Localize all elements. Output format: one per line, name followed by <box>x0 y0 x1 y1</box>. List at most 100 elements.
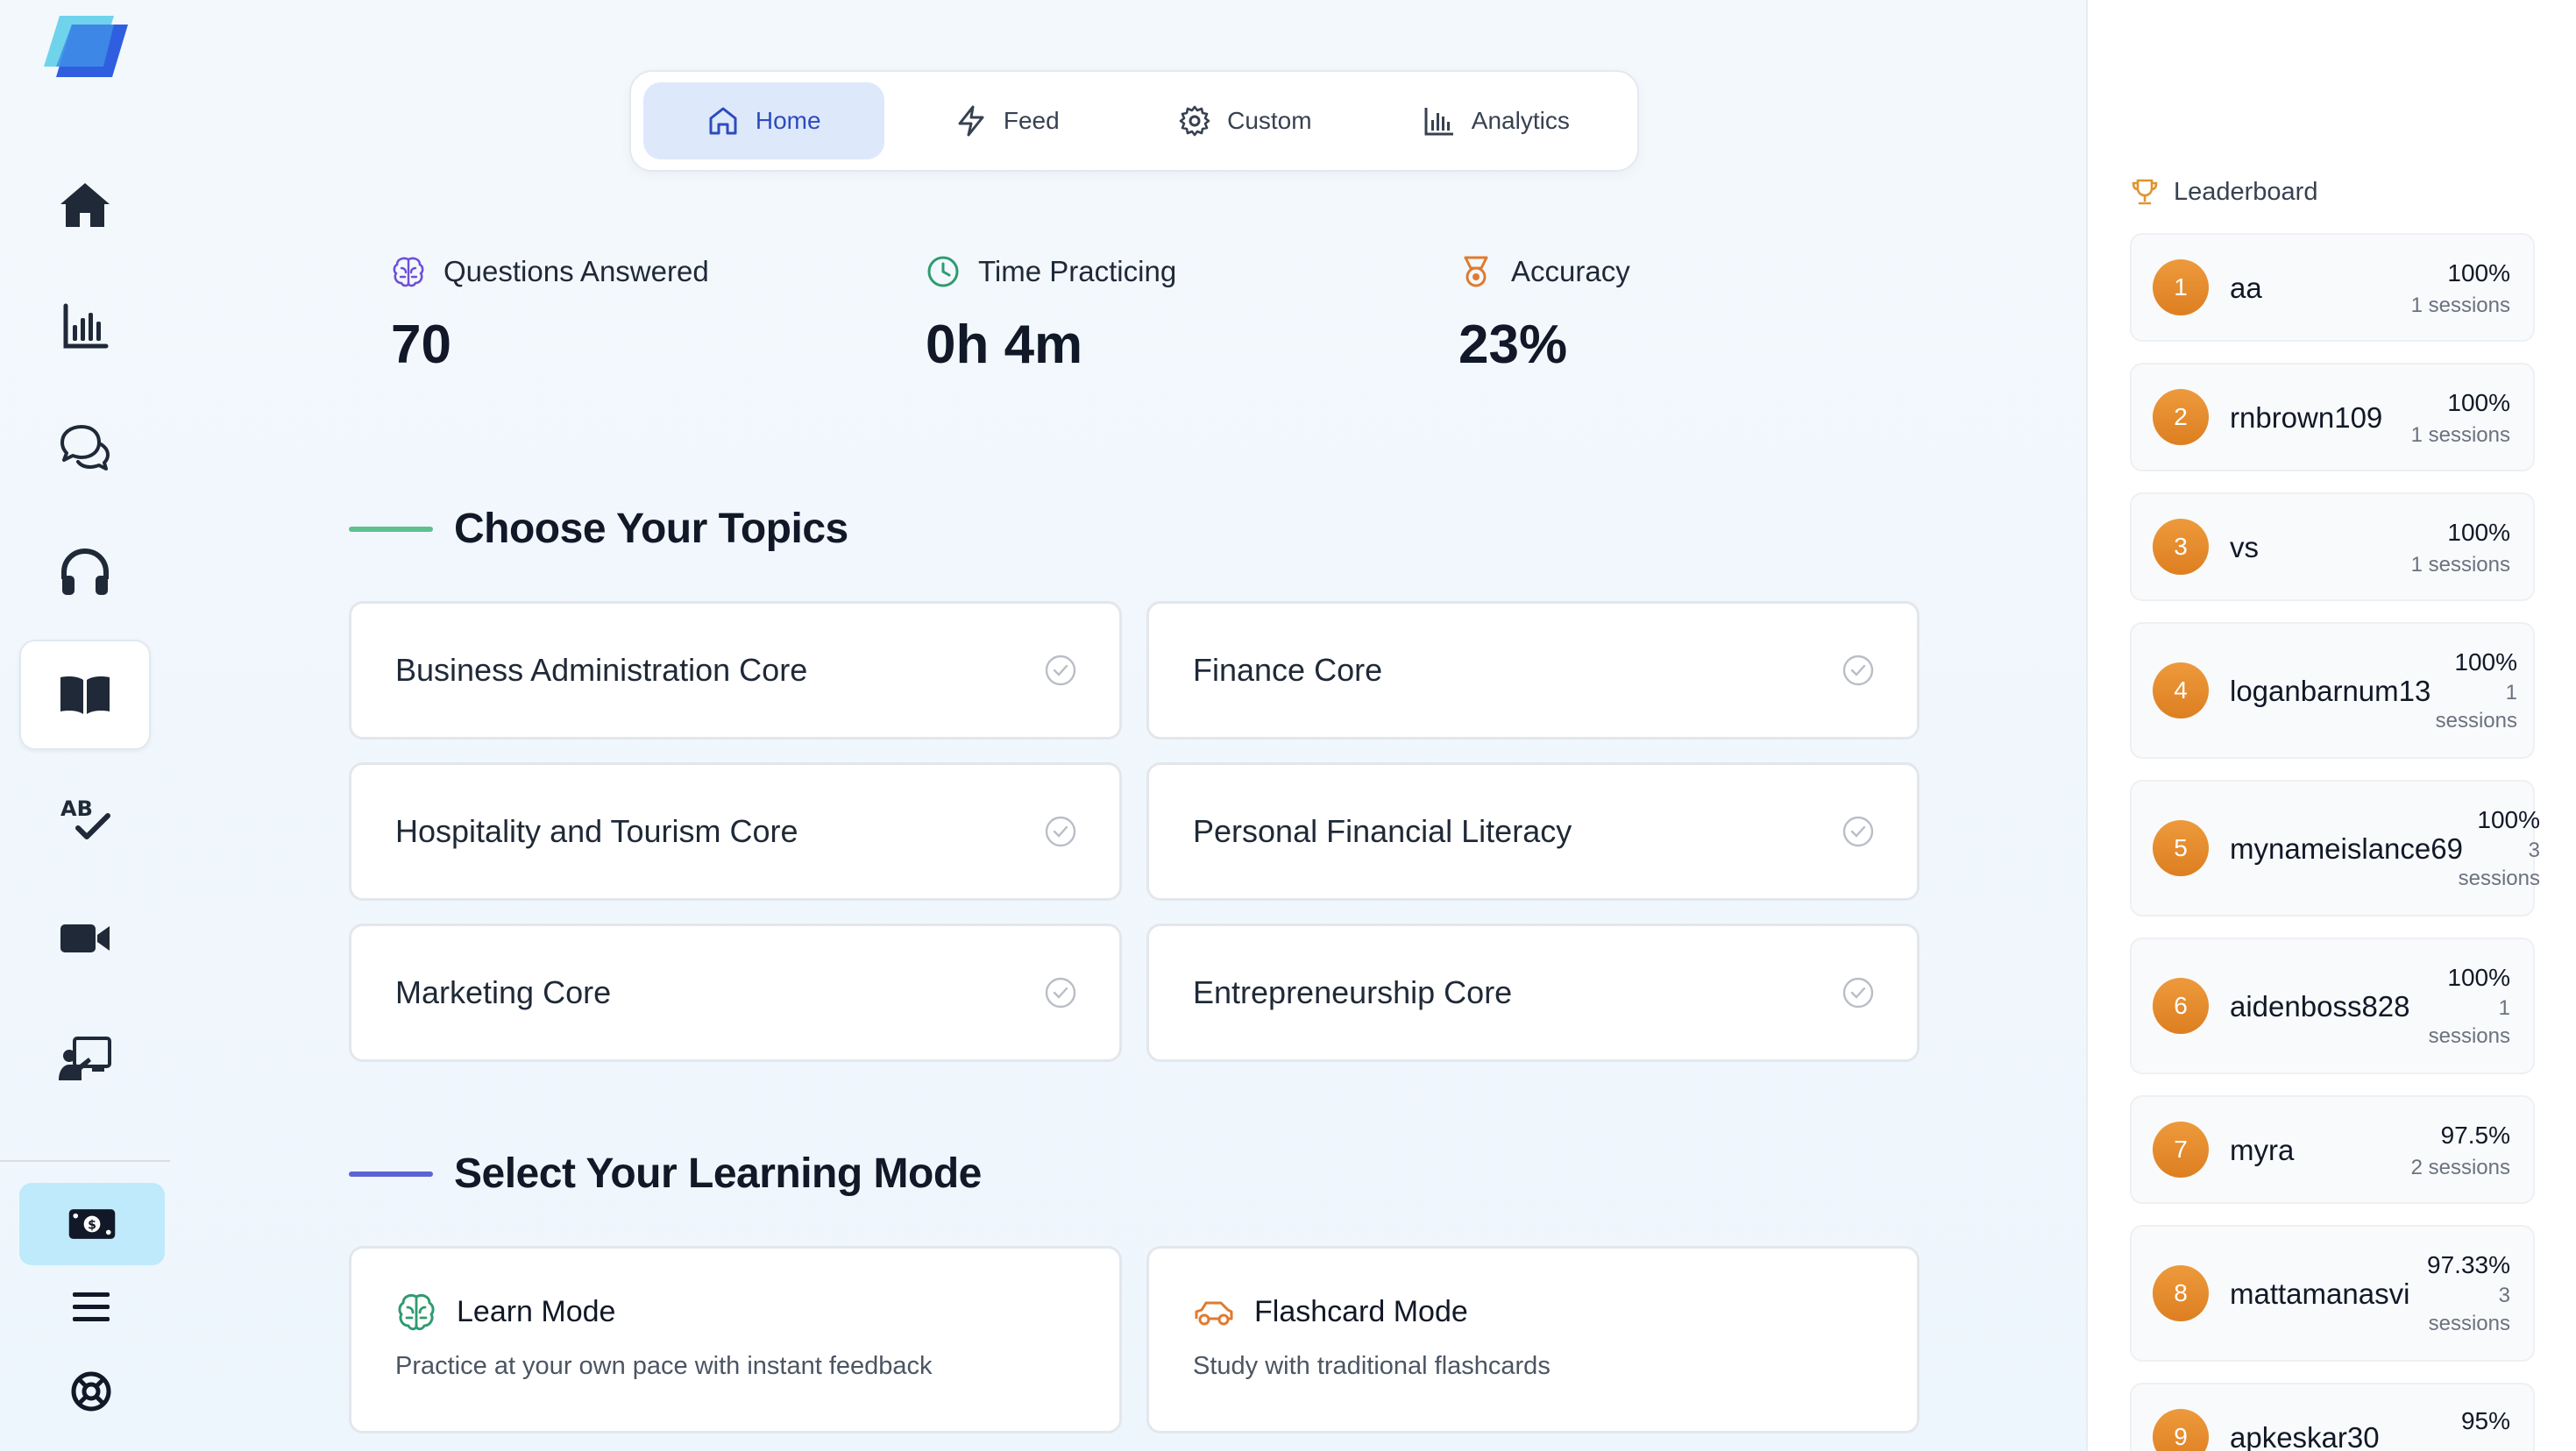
topic-card[interactable]: Personal Financial Literacy <box>1146 762 1920 901</box>
chat-bubbles-icon <box>60 425 110 471</box>
check-circle-icon <box>1044 654 1077 687</box>
sidebar-item-audio[interactable] <box>19 517 151 627</box>
help-button[interactable] <box>65 1365 117 1418</box>
leaderboard-username: apkeskar30 <box>2230 1421 2380 1451</box>
bar-chart-icon <box>1424 108 1453 136</box>
sidebar-item-vocab[interactable]: AB <box>19 762 151 873</box>
headphones-icon <box>61 548 109 595</box>
leaderboard-accuracy: 100% <box>2447 389 2510 416</box>
leaderboard-accuracy: 100% <box>2447 964 2510 991</box>
menu-icon <box>73 1292 110 1321</box>
svg-text:AB: AB <box>60 796 93 821</box>
left-sidebar: AB $ <box>0 0 172 1451</box>
modes-section-header: Select Your Learning Mode <box>349 1150 982 1198</box>
stat-label: Accuracy <box>1511 255 1630 287</box>
leaderboard-username: myra <box>2230 1134 2295 1166</box>
topic-label: Marketing Core <box>395 974 612 1010</box>
section-accent-bar <box>349 526 433 532</box>
sidebar-item-stats[interactable] <box>19 272 151 382</box>
home-icon <box>709 107 737 135</box>
leaderboard-title: Leaderboard <box>2174 177 2318 206</box>
help-lifebuoy-icon <box>71 1371 111 1412</box>
topic-card[interactable]: Entrepreneurship Core <box>1146 924 1920 1062</box>
top-nav-tabs: Home Feed Custom Analytics <box>629 70 1639 172</box>
stat-label: Questions Answered <box>444 255 709 287</box>
leaderboard-sessions: 1 sessions <box>2410 294 2510 317</box>
leaderboard-sessions: 1 sessions <box>2410 553 2510 577</box>
stat-label: Time Practicing <box>978 255 1177 287</box>
rank-badge: 3 <box>2153 519 2209 575</box>
check-circle-icon <box>1044 815 1077 848</box>
money-icon: $ <box>68 1209 116 1239</box>
leaderboard-row[interactable]: 5 mynameislance69 100% 3 sessions <box>2130 780 2540 917</box>
menu-button[interactable] <box>65 1281 117 1334</box>
leaderboard-accuracy: 100% <box>2477 806 2540 833</box>
tab-label: Feed <box>1003 107 1060 134</box>
leaderboard-sessions: 2 sessions <box>2410 1156 2510 1179</box>
leaderboard-username: aa <box>2230 272 2262 304</box>
svg-text:$: $ <box>88 1219 96 1233</box>
leaderboard-sessions-count: 3 <box>2498 1284 2510 1307</box>
presentation-icon <box>59 1037 111 1080</box>
leaderboard-row[interactable]: 8 mattamanasvi 97.33% 3 sessions <box>2130 1225 2535 1362</box>
leaderboard-sessions-word: sessions <box>2435 709 2517 733</box>
sidebar-item-video[interactable] <box>19 883 151 994</box>
rank-badge: 9 <box>2153 1409 2209 1451</box>
learn-mode-card[interactable]: Learn Mode Practice at your own pace wit… <box>349 1246 1122 1433</box>
leaderboard-accuracy: 100% <box>2447 259 2510 287</box>
leaderboard-accuracy: 97.33% <box>2427 1251 2510 1278</box>
topic-label: Hospitality and Tourism Core <box>395 813 798 849</box>
leaderboard-row[interactable]: 3 vs 100% 1 sessions <box>2130 492 2535 601</box>
check-circle-icon <box>1842 654 1875 687</box>
clock-icon <box>927 256 959 287</box>
sidebar-item-study[interactable] <box>19 640 151 750</box>
section-title: Select Your Learning Mode <box>454 1150 982 1197</box>
video-camera-icon <box>60 924 110 952</box>
home-icon <box>60 183 110 227</box>
leaderboard-row[interactable]: 7 myra 97.5% 2 sessions <box>2130 1095 2535 1204</box>
topic-label: Entrepreneurship Core <box>1193 974 1513 1010</box>
gear-icon <box>1179 105 1210 137</box>
leaderboard-sessions-word: sessions <box>2428 1024 2510 1048</box>
app-logo[interactable] <box>44 12 128 79</box>
tab-custom[interactable]: Custom <box>1130 82 1360 159</box>
topic-label: Business Administration Core <box>395 652 808 688</box>
sidebar-item-chat[interactable] <box>19 394 151 505</box>
leaderboard-accuracy: 100% <box>2454 648 2517 676</box>
rank-badge: 8 <box>2153 1265 2209 1321</box>
leaderboard-row[interactable]: 9 apkeskar30 95% <box>2130 1383 2535 1451</box>
bar-chart-icon <box>63 303 109 349</box>
mode-description: Study with traditional flashcards <box>1193 1352 1551 1380</box>
tab-home[interactable]: Home <box>643 82 884 159</box>
topic-card[interactable]: Marketing Core <box>349 924 1122 1062</box>
leaderboard-username: mattamanasvi <box>2230 1278 2410 1310</box>
topic-card[interactable]: Business Administration Core <box>349 601 1122 740</box>
rank-badge: 7 <box>2153 1122 2209 1178</box>
stat-time-practicing: Time Practicing 0h 4m <box>926 254 1176 376</box>
tab-label: Home <box>755 107 821 134</box>
flashcard-mode-card[interactable]: Flashcard Mode Study with traditional fl… <box>1146 1246 1920 1433</box>
leaderboard-row[interactable]: 1 aa 100% 1 sessions <box>2130 233 2535 342</box>
sidebar-item-home[interactable] <box>19 151 151 261</box>
tab-analytics[interactable]: Analytics <box>1367 82 1625 159</box>
topic-card[interactable]: Hospitality and Tourism Core <box>349 762 1122 901</box>
open-book-icon <box>60 676 110 714</box>
check-circle-icon <box>1842 815 1875 848</box>
sidebar-item-present[interactable] <box>19 1004 151 1115</box>
leaderboard-panel: Leaderboard 1 aa 100% 1 sessions 2 rnbro… <box>2086 0 2576 1451</box>
leaderboard-row[interactable]: 6 aidenboss828 100% 1 sessions <box>2130 938 2535 1074</box>
sidebar-item-pricing[interactable]: $ <box>19 1183 165 1265</box>
sidebar-divider <box>0 1160 170 1162</box>
leaderboard-row[interactable]: 4 loganbarnum13 100% 1 sessions <box>2130 622 2535 759</box>
stat-questions-answered: Questions Answered 70 <box>391 254 709 376</box>
spellcheck-icon: AB <box>60 796 110 839</box>
leaderboard-accuracy: 97.5% <box>2440 1122 2510 1149</box>
topic-card[interactable]: Finance Core <box>1146 601 1920 740</box>
section-title: Choose Your Topics <box>454 506 848 552</box>
leaderboard-row[interactable]: 2 rnbrown109 100% 1 sessions <box>2130 363 2535 471</box>
leaderboard-username: aidenboss828 <box>2230 990 2410 1023</box>
stat-value: 0h 4m <box>926 315 1083 375</box>
rank-badge: 4 <box>2153 662 2209 718</box>
tab-feed[interactable]: Feed <box>891 82 1124 159</box>
leaderboard-sessions-count: 1 <box>2505 681 2517 704</box>
